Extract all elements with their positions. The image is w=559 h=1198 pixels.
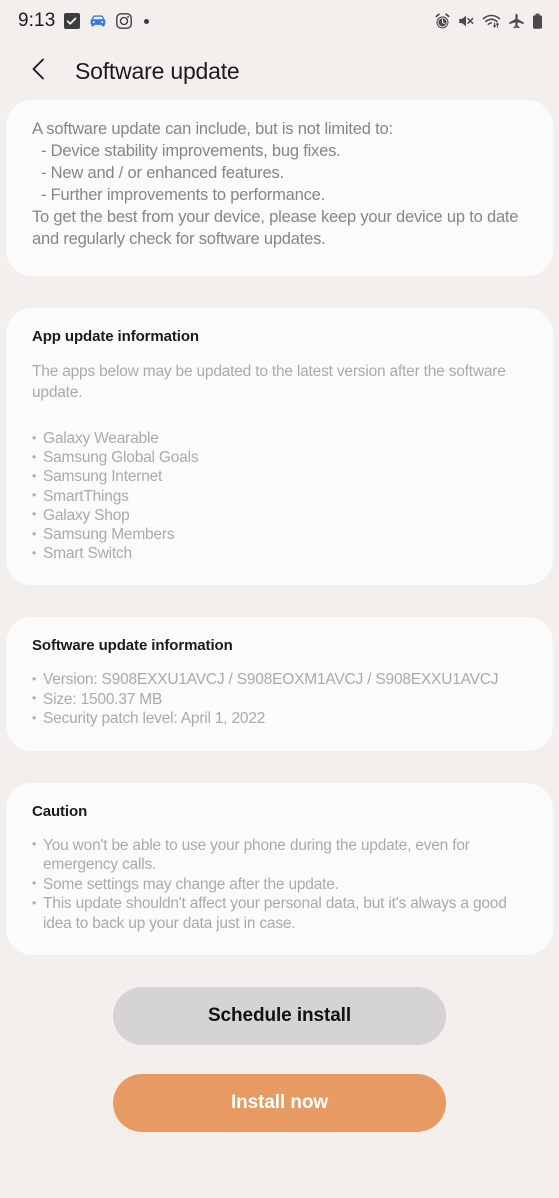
mute-icon xyxy=(458,13,475,29)
software-update-information-card: Software update information Version: S90… xyxy=(6,617,553,751)
app-update-description: The apps below may be updated to the lat… xyxy=(32,363,506,401)
list-item: This update shouldn't affect your person… xyxy=(32,894,527,933)
list-item: Samsung Global Goals xyxy=(32,448,527,467)
car-icon xyxy=(89,13,107,29)
caution-card: Caution You won't be able to use your ph… xyxy=(6,782,553,956)
intro-line-1: A software update can include, but is no… xyxy=(32,120,393,138)
status-bar-left: 9:13 xyxy=(18,10,150,32)
list-item: Galaxy Wearable xyxy=(32,428,527,448)
list-item: Some settings may change after the updat… xyxy=(32,874,527,895)
chevron-left-icon xyxy=(28,56,50,87)
checkbox-filled-icon xyxy=(64,13,81,29)
list-item-version: Version: S908EXXU1AVCJ / S908EOXM1AVCJ /… xyxy=(32,670,527,690)
list-item: You won't be able to use your phone duri… xyxy=(32,835,527,875)
list-item-security-patch: Security patch level: April 1, 2022 xyxy=(32,709,527,729)
wifi-icon xyxy=(482,13,501,29)
app-update-information-card: App update information The apps below ma… xyxy=(6,308,553,586)
software-info-card-title: Software update information xyxy=(32,637,233,655)
intro-card: A software update can include, but is no… xyxy=(6,100,553,276)
list-item: Samsung Members xyxy=(32,525,527,544)
action-buttons: Schedule install Install now xyxy=(0,987,559,1133)
airplane-icon xyxy=(508,13,525,30)
software-info-list: Version: S908EXXU1AVCJ / S908EOXM1AVCJ /… xyxy=(32,670,527,729)
alarm-icon xyxy=(434,12,451,30)
instagram-icon xyxy=(116,13,133,29)
list-item: Galaxy Shop xyxy=(32,505,527,525)
more-dot-icon xyxy=(144,18,150,24)
back-button[interactable] xyxy=(22,54,56,88)
battery-icon xyxy=(532,13,543,30)
status-time: 9:13 xyxy=(18,10,56,31)
list-item: Smart Switch xyxy=(32,544,527,563)
intro-line-2: - Device stability improvements, bug fix… xyxy=(41,142,341,160)
app-update-card-title: App update information xyxy=(32,328,199,345)
status-bar-right xyxy=(434,12,543,30)
caution-card-title: Caution xyxy=(32,802,88,820)
page-header: Software update xyxy=(0,42,559,100)
list-item-size: Size: 1500.37 MB xyxy=(32,689,527,710)
intro-line-3: - New and / or enhanced features. xyxy=(41,164,284,182)
status-bar: 9:13 xyxy=(0,0,559,42)
intro-line-5: To get the best from your device, please… xyxy=(32,208,519,248)
list-item: Samsung Internet xyxy=(32,467,527,486)
page-title: Software update xyxy=(75,57,240,84)
app-list: Galaxy Wearable Samsung Global Goals Sam… xyxy=(32,428,527,563)
schedule-install-button[interactable]: Schedule install xyxy=(113,987,446,1046)
caution-list: You won't be able to use your phone duri… xyxy=(32,835,527,934)
list-item: SmartThings xyxy=(32,486,527,506)
intro-line-4: - Further improvements to performance. xyxy=(41,186,326,204)
install-now-button[interactable]: Install now xyxy=(113,1074,446,1133)
page-content: A software update can include, but is no… xyxy=(0,100,559,956)
